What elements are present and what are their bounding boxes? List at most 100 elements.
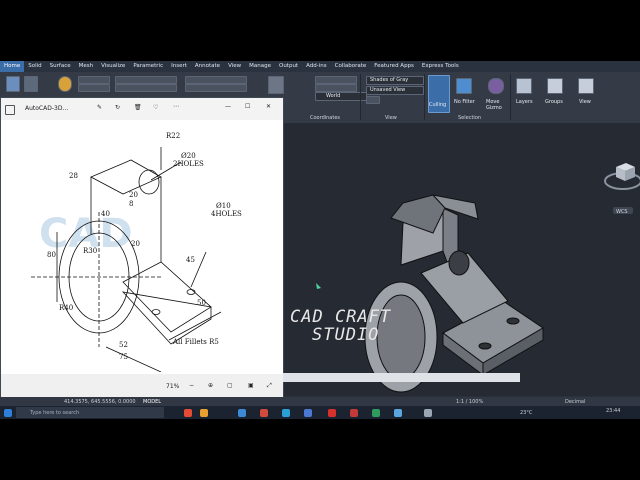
groups-icon[interactable] [547,78,563,94]
label-52: 52 [119,341,128,349]
application-screen: Home Solid Surface Mesh Visualize Parame… [0,61,640,419]
window-statusbar: 71% − ⊕ ▢ ▣ ⤢ [1,374,283,398]
model-space-toggle[interactable]: MODEL [143,399,161,405]
model-viewport[interactable]: WCS [283,123,640,396]
tab-visualize[interactable]: Visualize [97,61,129,72]
zoom-level[interactable]: 71% [166,383,179,390]
ucs-tools-row2[interactable] [315,84,357,92]
view-label: View [579,99,591,105]
fit-icon[interactable]: ▢ [227,382,233,389]
culling-button[interactable]: Culling [428,75,450,113]
app-icon[interactable] [424,409,432,417]
label-20b: 20 [131,240,140,248]
windows-taskbar: Type here to search 23°C 23:44 [0,406,640,419]
divider [360,74,361,120]
close-icon[interactable]: ✕ [266,103,271,110]
tab-express-tools[interactable]: Express Tools [418,61,463,72]
tab-collaborate[interactable]: Collaborate [331,61,371,72]
app-icon[interactable] [238,409,246,417]
named-view-value: Unsaved View [370,87,406,93]
command-line-bar[interactable] [283,373,520,382]
delete-icon[interactable]: 🗑 [134,104,142,111]
edit-tools-row2[interactable] [115,84,177,92]
no-filter-label: No Filter [454,99,475,105]
slideshow-icon[interactable]: ▣ [248,382,254,389]
layers-icon[interactable] [516,78,532,94]
no-filter-icon[interactable] [456,78,472,94]
viewport-config-icon[interactable] [366,96,380,104]
draw-tools-row2[interactable] [185,84,247,92]
label-4holes: 4HOLES [211,210,242,218]
tab-home[interactable]: Home [0,61,25,72]
box-tool-icon[interactable] [6,76,20,92]
overlay-line-1: CAD CRAFT [290,307,392,327]
viewcube[interactable] [604,163,640,214]
ucs-tools-row1[interactable] [315,76,357,84]
divider [510,74,511,120]
annotation-scale[interactable]: 1:1 / 100% [456,399,483,405]
app-icon[interactable] [372,409,380,417]
label-fillets: All Fillets R5 [172,338,219,346]
modeling-tools-row2[interactable] [78,84,110,92]
panel-label-selection: Selection [458,115,482,121]
label-20: 20 [129,191,138,199]
tab-parametric[interactable]: Parametric [129,61,167,72]
move-gizmo-icon[interactable] [488,78,504,94]
tab-annotate[interactable]: Annotate [191,61,224,72]
draw-tools-row1[interactable] [185,76,247,84]
app-icon[interactable] [350,409,358,417]
ribbon-tabs: Home Solid Surface Mesh Visualize Parame… [0,61,640,72]
taskbar-search-box[interactable]: Type here to search [16,407,164,418]
edit-tools-row1[interactable] [115,76,177,84]
label-75: 75 [119,353,128,361]
tab-addins[interactable]: Add-ins [302,61,331,72]
visual-style-dropdown[interactable]: Shades of Gray [366,76,424,85]
file-explorer-icon[interactable] [200,409,208,417]
start-icon[interactable] [4,409,12,417]
edge-icon[interactable] [282,409,290,417]
image-viewer-window[interactable]: AutoCAD-3D... ✎ ↻ 🗑 ♡ ⋯ — ☐ ✕ CAD R22 Ø2… [0,97,284,399]
zoom-in-icon[interactable]: ⊕ [208,382,213,389]
favorite-icon[interactable]: ♡ [153,104,158,111]
edit-icon[interactable]: ✎ [97,104,102,111]
extrude-icon[interactable] [24,76,38,92]
panel-label-view: View [385,115,397,121]
app-icon[interactable] [260,409,268,417]
rotate-icon[interactable]: ↻ [115,104,120,111]
named-view-dropdown[interactable]: Unsaved View [366,86,424,95]
label-d20: Ø20 [181,152,196,160]
layers-label: Layers [516,99,533,105]
overlay-line-2: STUDIO [312,325,380,345]
fullscreen-icon[interactable]: ⤢ [267,382,272,390]
tab-output[interactable]: Output [275,61,302,72]
app-icon[interactable] [394,409,402,417]
label-d10: Ø10 [216,202,231,210]
label-r22: R22 [166,132,180,140]
cursor-coordinates: 414.3575, 645.5556, 0.0000 [64,399,136,405]
chrome-icon[interactable] [184,409,192,417]
cad-statusbar: 414.3575, 645.5556, 0.0000 MODEL 1:1 / 1… [0,397,640,406]
window-titlebar[interactable]: AutoCAD-3D... ✎ ↻ 🗑 ♡ ⋯ — ☐ ✕ [1,98,283,120]
app-icon[interactable] [304,409,312,417]
tab-surface[interactable]: Surface [46,61,75,72]
label-80: 80 [47,251,56,259]
sphere-icon[interactable] [58,76,72,92]
zoom-out-icon[interactable]: − [189,382,194,389]
label-2holes: 2HOLES [173,160,204,168]
section-plane-icon[interactable] [268,76,284,94]
tab-featured-apps[interactable]: Featured Apps [370,61,418,72]
tab-insert[interactable]: Insert [167,61,191,72]
wcs-label[interactable]: WCS [616,209,628,215]
more-icon[interactable]: ⋯ [173,103,179,110]
minimize-icon[interactable]: — [225,103,231,110]
autocad-icon[interactable] [328,409,336,417]
tab-solid[interactable]: Solid [24,61,45,72]
view-panel-icon[interactable] [578,78,594,94]
maximize-icon[interactable]: ☐ [245,103,250,110]
modeling-tools-row1[interactable] [78,76,110,84]
tab-view[interactable]: View [224,61,245,72]
tab-manage[interactable]: Manage [245,61,275,72]
units-dropdown[interactable]: Decimal [565,399,585,405]
label-28: 28 [69,172,78,180]
tab-mesh[interactable]: Mesh [75,61,97,72]
